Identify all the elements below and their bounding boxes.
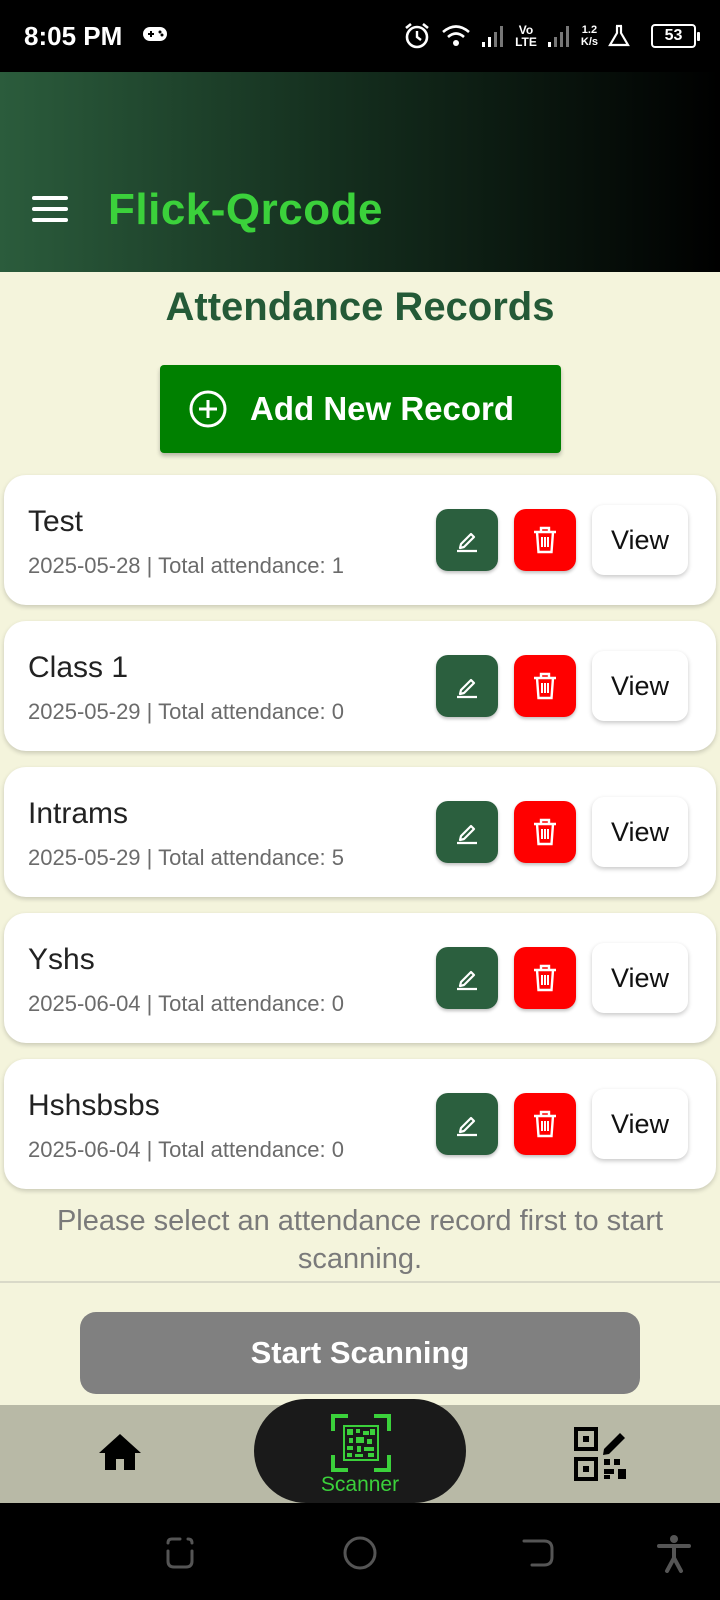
record-name: Yshs xyxy=(28,943,95,976)
record-name: Hshsbsbs xyxy=(28,1089,160,1122)
status-time: 8:05 PM xyxy=(24,21,123,51)
record-name: Intrams xyxy=(28,797,129,830)
accessibility-icon[interactable] xyxy=(654,1533,694,1573)
view-record-button[interactable]: View xyxy=(592,797,688,867)
add-record-label: Add New Record xyxy=(250,390,515,427)
home-circle-icon[interactable] xyxy=(340,1533,380,1573)
hamburger-icon[interactable] xyxy=(32,196,68,222)
view-record-button[interactable]: View xyxy=(592,651,688,721)
pencil-icon xyxy=(457,532,477,553)
record-meta: 2025-06-04 | Total attendance: 0 xyxy=(28,991,344,1016)
view-record-button[interactable]: View xyxy=(592,1089,688,1159)
record-meta: 2025-06-04 | Total attendance: 0 xyxy=(28,1137,344,1162)
app-title: Flick-Qrcode xyxy=(108,185,383,234)
flask-icon xyxy=(608,24,630,47)
recents-icon[interactable] xyxy=(160,1533,200,1573)
trash-icon xyxy=(534,818,556,846)
record-card[interactable]: Hshsbsbs 2025-06-04 | Total attendance: … xyxy=(4,1059,716,1189)
scanner-icon xyxy=(331,1414,391,1472)
pencil-icon xyxy=(457,1116,477,1137)
record-name: Class 1 xyxy=(28,651,129,684)
edit-record-button[interactable] xyxy=(436,947,498,1009)
alarm-icon xyxy=(405,22,429,49)
volte-indicator: Vo LTE xyxy=(515,23,537,49)
delete-record-button[interactable] xyxy=(514,947,576,1009)
page-title: Attendance Records xyxy=(165,285,555,329)
nav-scanner-label: Scanner xyxy=(320,1473,400,1496)
pencil-icon xyxy=(457,678,477,699)
record-name: Test xyxy=(28,505,84,538)
trash-icon xyxy=(534,964,556,992)
signal-icon xyxy=(547,26,569,47)
back-icon[interactable] xyxy=(518,1533,558,1573)
divider xyxy=(0,1281,720,1283)
qr-edit-icon[interactable] xyxy=(574,1427,628,1481)
record-card[interactable]: Class 1 2025-05-29 | Total attendance: 0… xyxy=(4,621,716,751)
select-record-hint: Please select an attendance record first… xyxy=(56,1205,664,1275)
nav-scanner[interactable]: Scanner xyxy=(254,1399,466,1503)
home-icon[interactable] xyxy=(96,1431,144,1473)
edit-record-button[interactable] xyxy=(436,509,498,571)
delete-record-button[interactable] xyxy=(514,655,576,717)
delete-record-button[interactable] xyxy=(514,801,576,863)
wifi-icon xyxy=(442,25,470,46)
add-circle-icon xyxy=(189,390,227,428)
delete-record-button[interactable] xyxy=(514,1093,576,1155)
trash-icon xyxy=(534,672,556,700)
system-nav-bar xyxy=(0,1503,720,1600)
pencil-icon xyxy=(457,970,477,991)
delete-record-button[interactable] xyxy=(514,509,576,571)
view-record-button[interactable]: View xyxy=(592,943,688,1013)
record-meta: 2025-05-29 | Total attendance: 5 xyxy=(28,845,344,870)
record-meta: 2025-05-29 | Total attendance: 0 xyxy=(28,699,344,724)
records-list: Test 2025-05-28 | Total attendance: 1 Vi… xyxy=(4,475,716,1205)
network-speed: 1.2 K/s xyxy=(580,24,598,48)
trash-icon xyxy=(534,526,556,554)
edit-record-button[interactable] xyxy=(436,801,498,863)
view-record-button[interactable]: View xyxy=(592,505,688,575)
edit-record-button[interactable] xyxy=(436,655,498,717)
gamepad-icon xyxy=(143,27,167,41)
edit-record-button[interactable] xyxy=(436,1093,498,1155)
pencil-icon xyxy=(457,824,477,845)
record-card[interactable]: Test 2025-05-28 | Total attendance: 1 Vi… xyxy=(4,475,716,605)
record-card[interactable]: Yshs 2025-06-04 | Total attendance: 0 Vi… xyxy=(4,913,716,1043)
battery-icon: 53 xyxy=(651,24,700,48)
app-bar: Flick-Qrcode xyxy=(0,72,720,272)
signal-icon xyxy=(482,26,504,47)
add-record-button[interactable]: Add New Record xyxy=(160,365,561,453)
record-card[interactable]: Intrams 2025-05-29 | Total attendance: 5… xyxy=(4,767,716,897)
bottom-nav: Scanner xyxy=(0,1399,720,1503)
status-bar: 8:05 PM Vo LTE 1.2 K/s 53 xyxy=(0,0,720,72)
trash-icon xyxy=(534,1110,556,1138)
record-meta: 2025-05-28 | Total attendance: 1 xyxy=(28,553,344,578)
start-scanning-button[interactable]: Start Scanning xyxy=(80,1312,640,1394)
